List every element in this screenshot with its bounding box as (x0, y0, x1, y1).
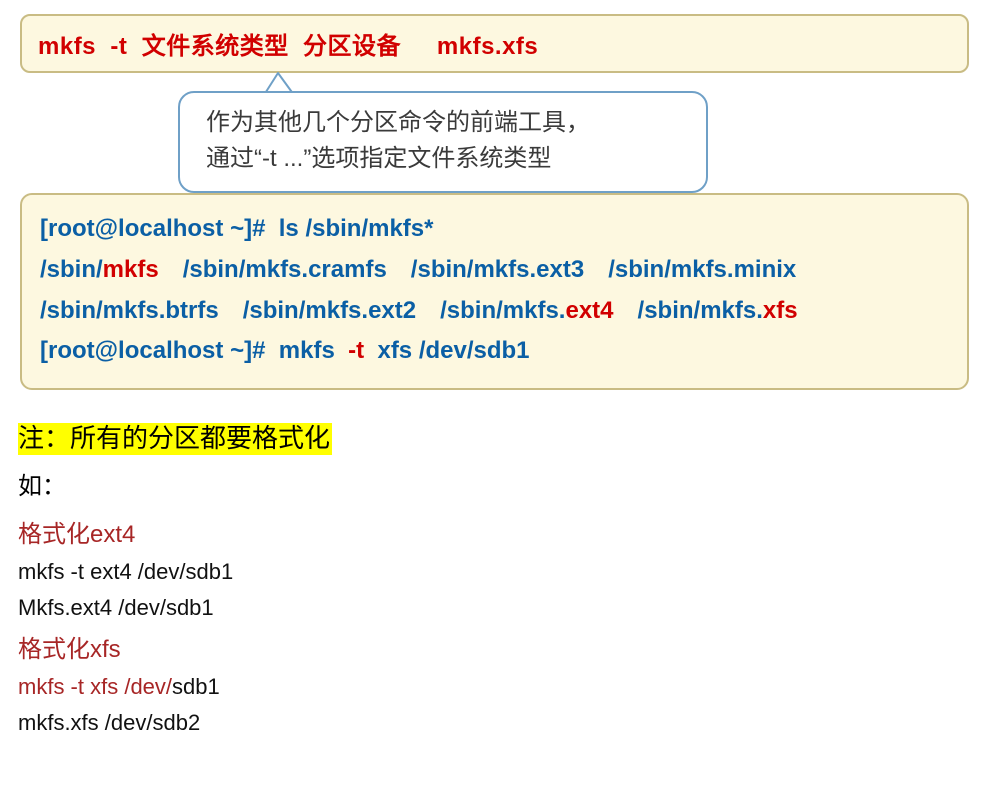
xfs-heading: 格式化xfs (18, 631, 969, 668)
callout-line-2: 通过“-t ...”选项指定文件系统类型 (206, 141, 680, 177)
note-highlight: 注：所有的分区都要格式化 (18, 423, 332, 455)
callout-wrap: 作为其他几个分区命令的前端工具， 通过“-t ...”选项指定文件系统类型 (0, 73, 987, 193)
out-r2-c4a: /sbin/mkfs. (638, 297, 763, 324)
prompt-2: [root@localhost ~]# (40, 337, 265, 364)
note-ru: 如： (18, 468, 969, 505)
terminal-output-row-2: /sbin/mkfs.btrfs /sbin/mkfs.ext2 /sbin/m… (40, 291, 798, 332)
terminal-line-mkfs: [root@localhost ~]# mkfs -t xfs /dev/sdb… (40, 331, 949, 372)
out-r2-c3a: /sbin/mkfs. (440, 297, 565, 324)
syntax-box: mkfs -t 文件系统类型 分区设备 mkfs.xfs (20, 14, 969, 73)
syntax-arg1: 文件系统类型 (142, 33, 289, 60)
out-r2-c2: /sbin/mkfs.ext2 (243, 291, 440, 332)
out-r1-c4: /sbin/mkfs.minix (608, 250, 796, 291)
notes-block: 注：所有的分区都要格式化 如： 格式化ext4 mkfs -t ext4 /de… (18, 418, 969, 740)
syntax-cmd: mkfs (38, 33, 96, 60)
out-r1-c1b: mkfs (103, 256, 159, 283)
ls-cmd: ls /sbin/mkfs* (279, 215, 434, 242)
ext4-cmd-2: Mkfs.ext4 /dev/sdb1 (18, 591, 969, 625)
xfs-cmd-1-rest: sdb1 (172, 674, 220, 699)
xfs-cmd-1-red: mkfs -t xfs /dev/ (18, 674, 172, 699)
out-r2-c1: /sbin/mkfs.btrfs (40, 291, 243, 332)
out-r2-c4b: xfs (763, 297, 798, 324)
syntax-alt: mkfs.xfs (437, 33, 538, 60)
terminal-output-row-1: /sbin/mkfs /sbin/mkfs.cramfs /sbin/mkfs.… (40, 250, 796, 291)
syntax-opt: -t (110, 33, 127, 60)
callout-line-1: 作为其他几个分区命令的前端工具， (206, 105, 680, 141)
out-r1-c3: /sbin/mkfs.ext3 (411, 250, 608, 291)
callout-bubble: 作为其他几个分区命令的前端工具， 通过“-t ...”选项指定文件系统类型 (178, 91, 708, 193)
terminal-box: [root@localhost ~]# ls /sbin/mkfs* /sbin… (20, 193, 969, 390)
ext4-heading: 格式化ext4 (18, 516, 969, 553)
mkfs-cmd-c: xfs /dev/sdb1 (377, 337, 529, 364)
out-r1-c1a: /sbin/ (40, 256, 103, 283)
xfs-cmd-2: mkfs.xfs /dev/sdb2 (18, 706, 969, 740)
terminal-line-ls: [root@localhost ~]# ls /sbin/mkfs* (40, 209, 949, 250)
mkfs-cmd-a: mkfs (279, 337, 335, 364)
xfs-cmd-1: mkfs -t xfs /dev/sdb1 (18, 670, 969, 704)
syntax-arg2: 分区设备 (303, 33, 401, 60)
prompt: [root@localhost ~]# (40, 215, 265, 242)
ext4-cmd-1: mkfs -t ext4 /dev/sdb1 (18, 555, 969, 589)
out-r2-c3b: ext4 (565, 297, 613, 324)
out-r1-c2: /sbin/mkfs.cramfs (183, 250, 411, 291)
mkfs-cmd-b: -t (348, 337, 364, 364)
